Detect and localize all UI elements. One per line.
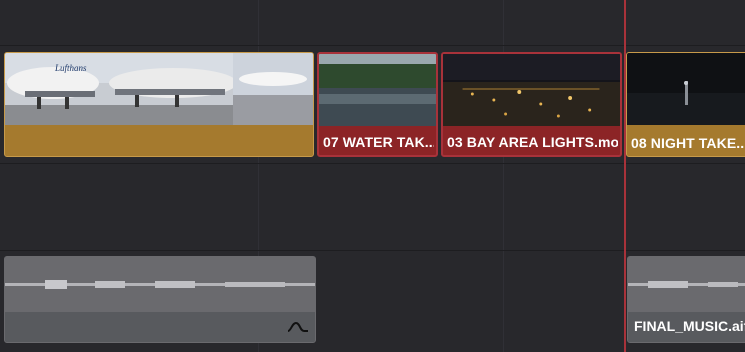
night-take-clip[interactable]: 08 NIGHT TAKE... <box>626 52 745 157</box>
audio-waveform <box>628 257 745 312</box>
audio-clip-1[interactable] <box>4 256 316 343</box>
water-take-thumbnail <box>319 54 436 126</box>
clip-label: 07 WATER TAK... <box>323 134 434 150</box>
track-separator <box>0 163 745 164</box>
audio-curve-icon[interactable] <box>287 320 309 334</box>
bay-area-lights-thumbnail <box>443 54 620 126</box>
audio-clip-footer <box>5 312 315 342</box>
clip-label: 03 BAY AREA LIGHTS.mov <box>447 134 618 150</box>
airplane-thumbnail: Lufthans <box>5 53 313 125</box>
playhead[interactable] <box>624 0 626 352</box>
bay-area-lights-clip[interactable]: 03 BAY AREA LIGHTS.mov <box>441 52 622 157</box>
timeline[interactable]: Lufthans 07 WATER TAK... 03 BAY AREA LIG… <box>0 0 745 352</box>
clip-label: FINAL_MUSIC.aif <box>634 318 745 334</box>
water-take-clip[interactable]: 07 WATER TAK... <box>317 52 438 157</box>
audio-waveform <box>5 257 315 312</box>
clip-label: 08 NIGHT TAKE... <box>631 135 745 151</box>
night-take-thumbnail <box>627 53 745 125</box>
final-music-clip[interactable]: FINAL_MUSIC.aif <box>627 256 745 343</box>
track-separator <box>0 250 745 251</box>
track-separator <box>0 45 745 46</box>
svg-text:Lufthans: Lufthans <box>54 63 87 73</box>
airplane-clip[interactable]: Lufthans <box>4 52 314 157</box>
